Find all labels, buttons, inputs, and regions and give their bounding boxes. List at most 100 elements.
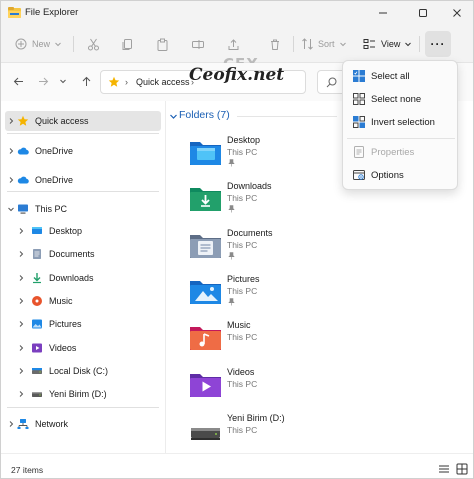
folder-name: Videos <box>227 367 255 377</box>
sidebar-icon <box>31 272 43 284</box>
paste-button[interactable] <box>156 35 169 53</box>
see-more-button[interactable]: ··· <box>425 31 451 57</box>
cut-button[interactable] <box>87 35 100 53</box>
chevron-right-icon[interactable] <box>7 420 15 430</box>
folders-group-label: Folders (7) <box>179 109 230 121</box>
cut-icon <box>88 38 99 50</box>
folder-name: Pictures <box>227 274 260 284</box>
sidebar-icon <box>31 318 43 330</box>
sort-label: Sort <box>318 39 335 49</box>
sidebar-icon <box>31 365 43 377</box>
sidebar-item-documents[interactable]: Documents <box>5 244 161 264</box>
sidebar-item-label: Downloads <box>49 273 94 283</box>
sidebar-icon <box>31 225 43 237</box>
sidebar-item-onedrive[interactable]: OneDrive <box>5 141 161 161</box>
window-title: File Explorer <box>25 7 79 18</box>
sidebar-item-desktop[interactable]: Desktop <box>5 221 161 241</box>
sidebar-item-music[interactable]: Music <box>5 291 161 311</box>
title-bar[interactable]: File Explorer <box>1 1 473 25</box>
folder-name: Yeni Birim (D:) <box>227 413 285 423</box>
sidebar-item-pictures[interactable]: Pictures <box>5 314 161 334</box>
chevron-right-icon[interactable] <box>17 227 25 237</box>
sidebar-item-quick-access[interactable]: Quick access <box>5 111 161 131</box>
up-button[interactable] <box>79 74 93 88</box>
new-button[interactable]: New <box>15 35 62 53</box>
chevron-down-icon[interactable] <box>7 205 15 215</box>
chevron-right-icon[interactable] <box>17 297 25 307</box>
folder-tile-desktop[interactable]: Desktop This PC <box>189 134 349 174</box>
folder-tile-music[interactable]: Music This PC <box>189 319 349 359</box>
sidebar-item-this-pc[interactable]: This PC <box>5 199 161 219</box>
chevron-right-icon[interactable] <box>7 147 15 157</box>
sidebar-item-label: Quick access <box>35 116 89 126</box>
local-disk-icon <box>32 368 42 374</box>
folder-tile-videos[interactable]: Videos This PC <box>189 366 349 406</box>
desktop-icon <box>32 227 42 234</box>
view-label: View <box>381 39 401 49</box>
pane-splitter[interactable] <box>165 101 166 453</box>
view-button[interactable]: View <box>363 35 412 53</box>
pin-icon <box>228 205 235 213</box>
pin-icon <box>228 252 235 260</box>
sidebar-item-label: Videos <box>49 343 77 353</box>
options-icon <box>353 170 365 180</box>
sidebar-item-downloads[interactable]: Downloads <box>5 268 161 288</box>
chevron-right-icon[interactable] <box>17 274 25 284</box>
arrow-left-icon <box>13 77 23 85</box>
rename-button[interactable] <box>191 35 205 53</box>
folder-tile-pictures[interactable]: Pictures This PC <box>189 273 349 313</box>
drive-icon <box>32 392 42 397</box>
folder-tile-documents[interactable]: Documents This PC <box>189 227 349 267</box>
rename-icon <box>192 39 204 49</box>
forward-button[interactable] <box>36 74 50 88</box>
chevron-down-icon <box>55 42 61 47</box>
folders-group-header[interactable]: Folders (7) <box>179 109 230 121</box>
music-icon <box>32 296 42 306</box>
chevron-right-icon[interactable] <box>17 344 25 354</box>
share-button[interactable] <box>227 35 240 53</box>
menu-item-invert-selection[interactable]: Invert selection <box>347 111 455 133</box>
folder-name: Documents <box>227 228 273 238</box>
chevron-right-icon[interactable] <box>7 117 15 127</box>
arrow-up-icon <box>82 76 90 86</box>
maximize-button[interactable] <box>405 1 441 25</box>
sidebar-item-network[interactable]: Network <box>5 414 161 434</box>
chevron-right-icon[interactable] <box>17 320 25 330</box>
menu-item-select-none[interactable]: Select none <box>347 88 455 110</box>
sidebar-item-local-disk-c[interactable]: Local Disk (C:) <box>5 361 161 381</box>
details-view-icon[interactable] <box>438 463 450 475</box>
collapse-chevron-icon[interactable] <box>169 112 178 121</box>
close-button[interactable] <box>439 1 474 25</box>
breadcrumb-quick-access[interactable]: Quick access <box>136 77 190 87</box>
copy-button[interactable] <box>121 35 134 53</box>
sidebar-item-videos[interactable]: Videos <box>5 338 161 358</box>
toolbar-separator <box>419 36 420 52</box>
back-button[interactable] <box>11 74 25 88</box>
menu-item-select-all[interactable]: Select all <box>347 65 455 87</box>
sidebar-icon <box>17 145 29 157</box>
status-bar: 27 items <box>1 453 473 478</box>
tiles-view-icon[interactable] <box>456 463 468 475</box>
pictures-folder-icon <box>190 281 221 304</box>
menu-item-options[interactable]: Options <box>347 164 455 186</box>
folder-location: This PC <box>227 379 258 389</box>
folder-tile-yeni-birim-d[interactable]: Yeni Birim (D:) This PC <box>189 412 349 452</box>
chevron-right-icon[interactable] <box>7 176 15 186</box>
sidebar-icon <box>31 295 43 307</box>
chevron-right-icon[interactable] <box>17 367 25 377</box>
sidebar-item-onedrive[interactable]: OneDrive <box>5 170 161 190</box>
pictures-icon <box>32 319 42 329</box>
chevron-right-icon[interactable] <box>17 390 25 400</box>
file-explorer-app-icon <box>8 7 21 18</box>
recent-locations-button[interactable] <box>56 74 70 88</box>
new-icon <box>15 38 27 50</box>
sidebar-item-yeni-birim-d[interactable]: Yeni Birim (D:) <box>5 384 161 404</box>
minimize-button[interactable] <box>365 1 401 25</box>
folder-tile-downloads[interactable]: Downloads This PC <box>189 180 349 220</box>
delete-button[interactable] <box>269 35 281 53</box>
menu-item-label: Select none <box>371 94 422 105</box>
arrow-right-icon <box>38 77 48 85</box>
chevron-right-icon[interactable] <box>17 250 25 260</box>
select-none-icon <box>353 93 365 105</box>
sort-button[interactable]: Sort <box>301 35 347 53</box>
